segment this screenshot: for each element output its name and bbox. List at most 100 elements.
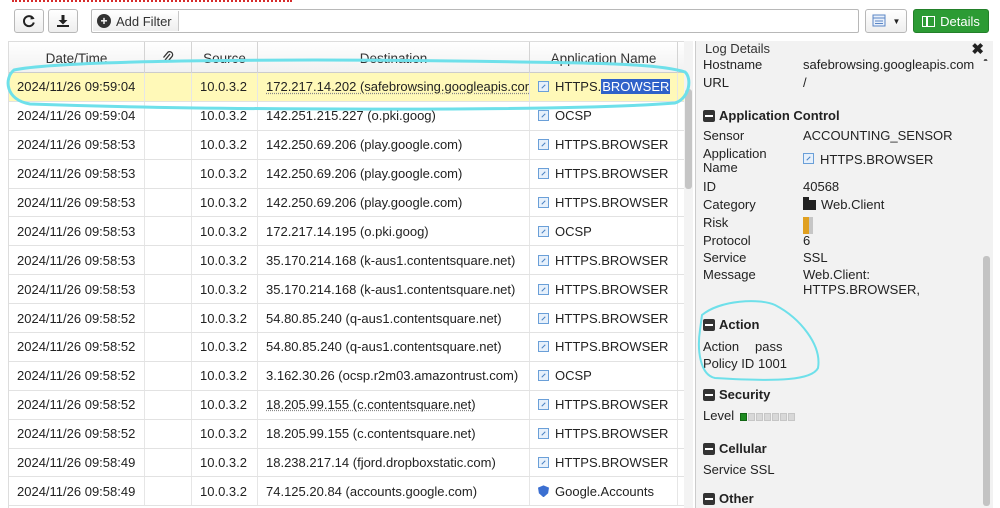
cell-source: 10.0.3.2 [192,419,258,448]
action-title: Action [719,317,760,332]
cell-destination: 18.205.99.155 (c.contentsquare.net) [258,419,530,448]
cell-datetime: 2024/11/26 09:58:52 [9,390,145,419]
level-meter [740,412,796,421]
policy-id-row: Policy ID 1001 [703,356,787,371]
table-row-selected[interactable]: 2024/11/26 09:59:04 10.0.3.2 172.217.14.… [9,73,692,102]
details-label: Details [940,13,980,29]
other-section[interactable]: Other [703,491,754,506]
collapse-icon [703,388,715,401]
table-scroll-thumb[interactable] [685,89,692,189]
collapse-icon [703,442,715,455]
collapse-icon [703,318,715,331]
level-segment [748,412,756,421]
table-row[interactable]: 2024/11/26 09:58:49 10.0.3.2 74.125.20.8… [9,477,692,507]
cell-destination: 74.125.20.84 (accounts.google.com) [258,477,530,506]
table-row[interactable]: 2024/11/26 09:58:53 10.0.3.2 172.217.14.… [9,217,692,247]
category-value-wrap: Web.Client [803,197,884,212]
cell-attachment [145,390,192,419]
cell-source: 10.0.3.2 [192,188,258,217]
hostname-row: Hostname safebrowsing.googleapis.com [703,57,974,72]
destination-link[interactable]: 18.205.99.155 (c.contentsquare.net) [266,397,476,412]
table-row[interactable]: 2024/11/26 09:58:49 10.0.3.2 18.238.217.… [9,448,692,478]
app-icon [538,81,549,93]
table-scrollbar[interactable] [684,41,693,508]
message-value: Web.Client: HTTPS.BROWSER, [803,267,920,297]
table-row[interactable]: 2024/11/26 09:58:53 10.0.3.2 35.170.214.… [9,275,692,305]
cell-source: 10.0.3.2 [192,130,258,159]
app-name: HTTPS.BROWSER [555,339,669,355]
level-segment [780,412,788,421]
details-panel-icon [922,15,936,27]
view-options-icon [872,14,886,27]
app-name: HTTPS.BROWSER [555,397,669,413]
message-line-1: Web.Client: [803,267,870,282]
cell-attachment [145,448,192,477]
level-segment [756,412,764,421]
add-filter-button[interactable]: + Add Filter [93,11,179,31]
app-icon [538,428,549,440]
cell-destination: 142.250.69.206 (play.google.com) [258,188,530,217]
cell-app: OCSP [530,101,678,130]
header-application-name[interactable]: Application Name [530,42,678,74]
header-datetime[interactable]: Date/Time [9,42,145,74]
cellular-service-key: Service [703,462,747,477]
application-control-title: Application Control [719,108,840,123]
risk-key: Risk [703,215,729,230]
table-row[interactable]: 2024/11/26 09:58:53 10.0.3.2 142.250.69.… [9,159,692,189]
category-value: Web.Client [821,197,885,212]
table-row[interactable]: 2024/11/26 09:58:53 10.0.3.2 142.250.69.… [9,130,692,160]
table-row[interactable]: 2024/11/26 09:58:52 10.0.3.2 18.205.99.1… [9,419,692,449]
header-source[interactable]: Source [192,42,258,74]
cell-destination: 172.217.14.195 (o.pki.goog) [258,217,530,246]
app-name: HTTPS.BROWSER [555,252,669,268]
table-row[interactable]: 2024/11/26 09:59:04 10.0.3.2 142.251.215… [9,101,692,131]
table-row[interactable]: 2024/11/26 09:58:52 10.0.3.2 54.80.85.24… [9,333,692,362]
table-row[interactable]: 2024/11/26 09:58:52 10.0.3.2 18.205.99.1… [9,390,692,420]
cell-app: HTTPS.BROWSER [530,73,678,101]
details-scrollbar[interactable]: ▲ [982,41,990,508]
action-section[interactable]: Action [703,317,759,332]
add-filter-label: Add Filter [116,13,172,29]
refresh-button[interactable] [14,9,44,33]
id-value: 40568 [803,179,840,194]
policy-id-value[interactable]: 1001 [758,356,787,371]
table-row[interactable]: 2024/11/26 09:58:53 10.0.3.2 35.170.214.… [9,246,692,276]
filter-bar[interactable]: + Add Filter [91,9,859,33]
download-button[interactable] [48,9,78,33]
cell-datetime: 2024/11/26 09:58:52 [9,361,145,390]
level-segment [772,412,780,421]
app-icon [538,283,549,295]
cell-destination: 142.251.215.227 (o.pki.goog) [258,101,530,130]
details-button[interactable]: Details [913,9,989,33]
header-attachment[interactable] [145,42,192,74]
cell-datetime: 2024/11/26 09:58:53 [9,130,145,159]
application-name-value[interactable]: HTTPS.BROWSER [820,152,933,167]
cell-source: 10.0.3.2 [192,333,258,361]
cellular-service-value: SSL [749,462,775,477]
cellular-section[interactable]: Cellular [703,441,767,456]
category-row: Category Web.Client [703,197,884,212]
table-row[interactable]: 2024/11/26 09:58:52 10.0.3.2 3.162.30.26… [9,361,692,391]
cell-app: HTTPS.BROWSER [530,246,678,275]
cell-destination: 3.162.30.26 (ocsp.r2m03.amazontrust.com) [258,361,530,390]
security-section[interactable]: Security [703,387,770,402]
table-row[interactable]: 2024/11/26 09:58:52 10.0.3.2 54.80.85.24… [9,304,692,334]
app-name: OCSP [555,223,592,239]
app-icon [538,370,549,382]
header-destination[interactable]: Destination [258,42,530,74]
app-name-prefix: HTTPS. [555,79,602,95]
cell-destination: 18.205.99.155 (c.contentsquare.net) [258,390,530,419]
table-row[interactable]: 2024/11/26 09:58:53 10.0.3.2 142.250.69.… [9,188,692,218]
view-options-button[interactable]: ▼ [865,9,907,33]
destination-link[interactable]: 172.217.14.202 (safebrowsing.googleapis.… [266,79,529,94]
details-scroll-thumb[interactable] [983,256,990,506]
application-control-section[interactable]: Application Control [703,108,840,123]
toolbar: + Add Filter ▼ Details [7,7,993,37]
cell-destination: 172.217.14.202 (safebrowsing.googleapis.… [258,73,530,101]
app-icon [538,254,549,266]
close-icon[interactable]: ✖ [971,41,984,58]
app-name: HTTPS.BROWSER [555,281,669,297]
shield-icon [538,485,549,498]
cell-attachment [145,217,192,246]
cell-app: HTTPS.BROWSER [530,333,678,361]
